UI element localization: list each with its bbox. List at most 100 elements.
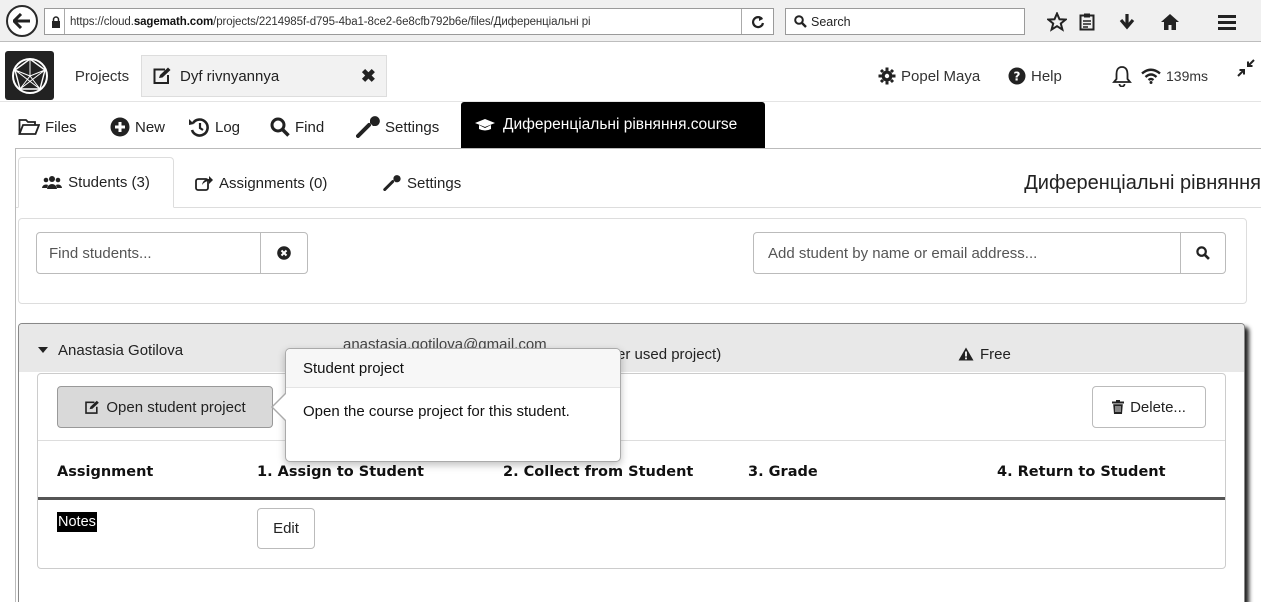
search-icon <box>270 117 290 137</box>
trash-icon <box>1112 400 1125 414</box>
search-icon <box>1196 246 1210 260</box>
delete-student-label: Delete... <box>1130 398 1186 416</box>
find-students-input[interactable]: Find students... <box>36 232 261 274</box>
tab-students-label: Students (3) <box>68 174 150 191</box>
delete-student-button[interactable]: Delete... <box>1092 386 1206 428</box>
lock-icon <box>47 9 65 34</box>
notifications-button[interactable] <box>1112 60 1132 92</box>
help-button[interactable]: ? Help <box>1008 60 1062 92</box>
folder-open-icon <box>18 119 40 135</box>
downloads-button[interactable] <box>1110 8 1144 35</box>
plus-circle-icon <box>110 117 130 137</box>
open-project-tab-label: Dyf rivnyannya <box>180 67 280 85</box>
popover-body: Open the course project for this student… <box>303 403 570 420</box>
column-header-assignment: Assignment <box>57 464 154 480</box>
share-icon <box>195 176 213 191</box>
log-nav-button[interactable]: Log <box>188 112 240 142</box>
course-file-tab[interactable]: Диференціальні рівняння.course <box>461 102 765 148</box>
download-arrow-icon <box>1119 13 1135 29</box>
arrow-left-icon <box>13 13 30 29</box>
student-plan: Free <box>958 342 1011 366</box>
open-project-tab[interactable]: Dyf rivnyannya ✖ <box>141 55 387 97</box>
course-file-tab-label: Диференціальні рівняння.course <box>503 116 738 133</box>
account-label: Popel Maya <box>901 67 981 85</box>
add-student-input[interactable]: Add student by name or email address... <box>753 232 1181 274</box>
question-circle-icon: ? <box>1008 67 1026 85</box>
add-student-search-button[interactable] <box>1180 232 1226 274</box>
address-bar[interactable]: https://cloud.sagemath.com/projects/2214… <box>44 8 774 35</box>
search-placeholder: Search <box>811 14 851 29</box>
ping-label: 139ms <box>1166 68 1209 84</box>
hamburger-menu-icon <box>1218 14 1236 30</box>
bookmark-star-button[interactable] <box>1040 8 1074 35</box>
close-tab-icon[interactable]: ✖ <box>361 66 376 87</box>
users-icon <box>42 175 63 189</box>
projects-tab[interactable]: Projects <box>63 55 141 97</box>
settings-nav-button[interactable]: Settings <box>356 112 439 142</box>
files-nav-button[interactable]: Files <box>18 112 77 142</box>
edit-assignment-label: Edit <box>273 520 299 537</box>
course-title: Диференціальні рівняння <box>1024 171 1261 194</box>
tab-settings[interactable]: Settings <box>383 165 461 201</box>
projects-tab-label: Projects <box>74 67 130 85</box>
reload-button[interactable] <box>741 9 773 34</box>
tab-settings-label: Settings <box>407 174 462 192</box>
gear-icon <box>878 67 896 85</box>
graduation-cap-icon <box>475 119 495 131</box>
find-students-placeholder: Find students... <box>49 244 152 262</box>
tab-assignments[interactable]: Assignments (0) <box>195 165 327 201</box>
column-header-assign: 1. Assign to Student <box>257 464 424 480</box>
column-header-return: 4. Return to Student <box>997 464 1166 480</box>
new-nav-label: New <box>135 118 166 136</box>
settings-nav-label: Settings <box>385 118 440 136</box>
files-nav-label: Files <box>45 118 77 136</box>
home-button[interactable] <box>1153 8 1187 35</box>
edit-assignment-button[interactable]: Edit <box>257 508 315 549</box>
url-text: https://cloud.sagemath.com/projects/2214… <box>70 15 591 28</box>
student-name[interactable]: Anastasia Gotilova <box>38 338 183 362</box>
find-nav-button[interactable]: Find <box>270 112 324 142</box>
assignment-name-cell[interactable]: Notes <box>57 512 97 532</box>
open-student-project-button[interactable]: Open student project <box>57 386 273 428</box>
home-icon <box>1161 13 1179 30</box>
popover-title: Student project <box>286 349 620 388</box>
column-header-grade: 3. Grade <box>748 464 818 480</box>
tab-assignments-label: Assignments (0) <box>219 174 328 192</box>
connection-status[interactable]: 139ms <box>1141 60 1208 92</box>
new-nav-button[interactable]: New <box>110 112 165 142</box>
log-nav-label: Log <box>215 118 241 136</box>
popover-arrow-fill <box>273 393 287 421</box>
edit-icon <box>153 67 171 84</box>
tab-students[interactable]: Students (3) <box>18 157 174 208</box>
reading-list-button[interactable] <box>1070 8 1104 35</box>
fullscreen-toggle[interactable] <box>1236 58 1256 78</box>
clear-search-button[interactable] <box>260 232 308 274</box>
add-student-placeholder: Add student by name or email address... <box>768 244 1038 262</box>
history-icon <box>189 118 209 137</box>
help-label: Help <box>1031 67 1062 85</box>
back-button[interactable] <box>6 5 38 37</box>
svg-text:?: ? <box>1014 70 1021 84</box>
open-student-project-label: Open student project <box>106 398 246 416</box>
reload-icon <box>751 15 764 28</box>
menu-button[interactable] <box>1210 8 1244 35</box>
student-last-used: er used project) <box>617 345 722 363</box>
browser-search-input[interactable]: Search <box>785 8 1025 35</box>
clipboard-icon <box>1079 13 1095 30</box>
wrench-icon <box>356 116 380 138</box>
bell-icon <box>1112 66 1132 87</box>
warning-icon <box>958 347 974 361</box>
compress-icon <box>1237 59 1255 77</box>
wrench-icon <box>383 175 401 191</box>
sagemathcloud-logo[interactable] <box>5 51 54 100</box>
star-icon <box>1047 11 1067 32</box>
search-icon <box>794 15 807 28</box>
logo-icon <box>11 57 48 94</box>
detail-divider <box>38 440 1225 441</box>
times-circle-icon <box>277 246 291 260</box>
find-nav-label: Find <box>295 118 325 136</box>
tabs-divider <box>16 207 1261 208</box>
account-button[interactable]: Popel Maya <box>878 60 980 92</box>
student-plan-label: Free <box>980 345 1011 363</box>
caret-down-icon <box>38 347 48 353</box>
